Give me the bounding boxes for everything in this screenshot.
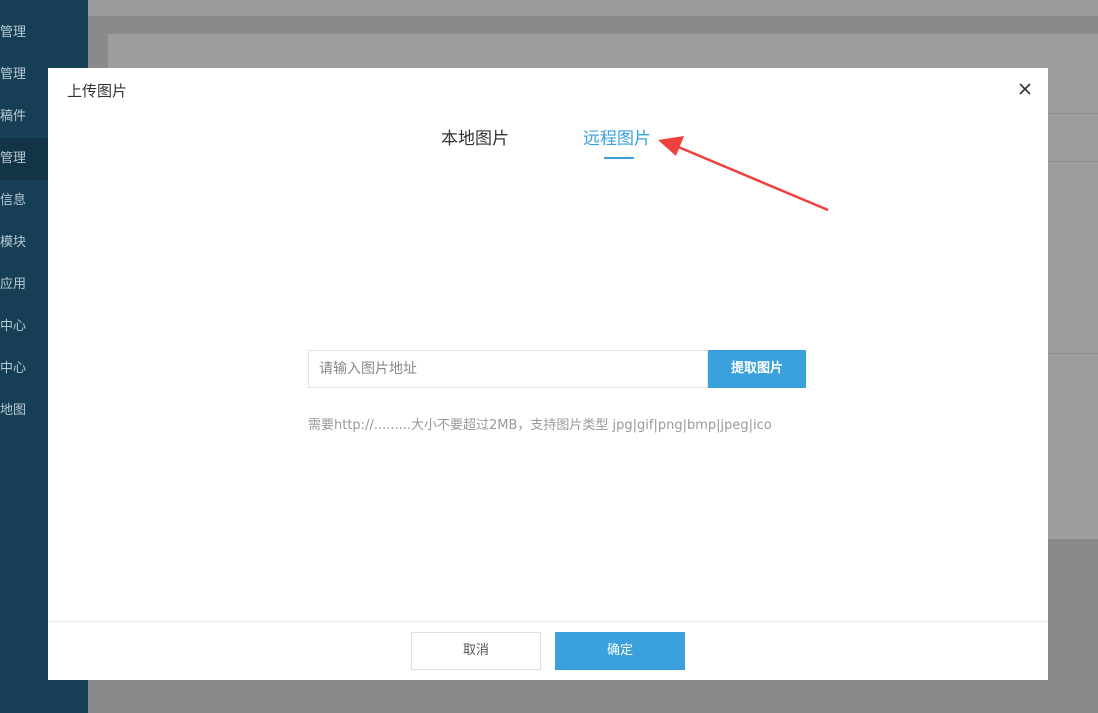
annotation-arrow-icon — [658, 136, 829, 212]
tab-local-image[interactable]: 本地图片 — [441, 124, 509, 149]
fetch-image-button[interactable]: 提取图片 — [708, 350, 806, 388]
image-url-input[interactable] — [308, 350, 708, 388]
main-divider — [1048, 353, 1098, 354]
dialog-footer: 取消 确定 — [48, 621, 1048, 680]
sidebar-item[interactable]: 管理 — [0, 12, 88, 54]
tab-remote-image[interactable]: 远程图片 — [583, 124, 651, 149]
confirm-button[interactable]: 确定 — [555, 632, 685, 670]
main-divider — [1048, 161, 1098, 162]
upload-image-dialog: 上传图片 本地图片 远程图片 提取图片 需要http://.........大小… — [48, 68, 1048, 680]
dialog-title: 上传图片 — [67, 82, 128, 100]
close-icon[interactable] — [1016, 80, 1034, 98]
main-topbar — [88, 0, 1098, 16]
active-tab-indicator — [604, 157, 634, 159]
upload-hint: 需要http://.........大小不要超过2MB，支持图片类型 jpg|g… — [308, 418, 772, 433]
cancel-button[interactable]: 取消 — [411, 632, 541, 670]
main-divider — [1048, 113, 1098, 114]
